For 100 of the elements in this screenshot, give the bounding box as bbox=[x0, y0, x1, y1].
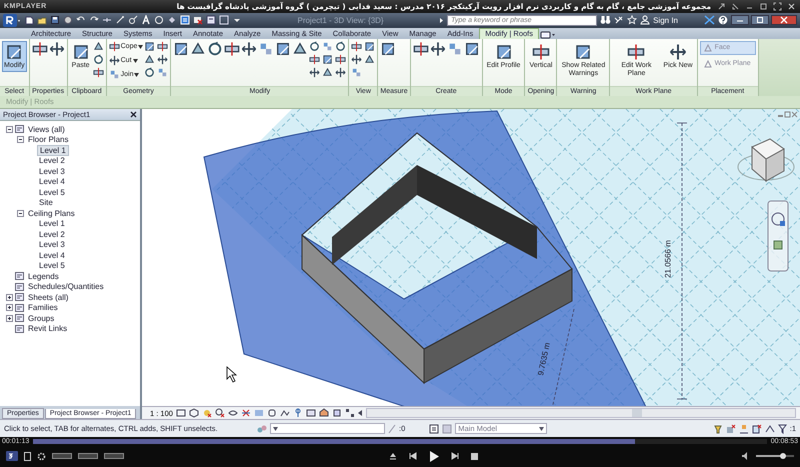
maximize-icon[interactable] bbox=[759, 2, 768, 11]
pin-icon[interactable] bbox=[717, 2, 726, 11]
tree-item[interactable]: Level 3 bbox=[37, 166, 67, 176]
tree-item[interactable]: Level 4 bbox=[37, 250, 67, 260]
fullscreen-icon[interactable] bbox=[773, 2, 782, 11]
toolbar-icon[interactable] bbox=[63, 15, 73, 26]
speaker-icon[interactable] bbox=[742, 452, 750, 460]
tree-item[interactable]: Ceiling Plans bbox=[26, 208, 77, 218]
tree-item[interactable]: Families bbox=[26, 303, 60, 312]
expand-toggle-icon[interactable] bbox=[6, 294, 13, 301]
maximize-icon[interactable] bbox=[751, 15, 769, 26]
document-icon[interactable] bbox=[24, 452, 31, 461]
tool-icon[interactable] bbox=[173, 40, 190, 57]
toolbar-icon[interactable] bbox=[37, 15, 47, 26]
selection-option-icon[interactable] bbox=[726, 424, 736, 434]
binoculars-icon[interactable] bbox=[600, 15, 612, 26]
tree-item[interactable]: Level 5 bbox=[37, 188, 67, 197]
tool-icon[interactable] bbox=[335, 54, 346, 65]
tree-item[interactable]: Views (all) bbox=[26, 124, 67, 134]
view-control-icon[interactable] bbox=[214, 408, 225, 418]
tool-icon[interactable] bbox=[92, 54, 104, 65]
tool-icon[interactable] bbox=[309, 66, 320, 78]
tree-item[interactable]: Sheets (all) bbox=[26, 292, 70, 302]
toolbar-icon[interactable] bbox=[24, 15, 34, 26]
help-icon[interactable] bbox=[718, 15, 728, 26]
view-control-icon[interactable] bbox=[228, 408, 238, 418]
tool-icon[interactable] bbox=[322, 54, 334, 65]
3d-mode-icon[interactable] bbox=[6, 451, 18, 462]
sign-in-link[interactable]: Sign In bbox=[653, 16, 678, 25]
tree-item[interactable]: Revit Links bbox=[26, 324, 70, 334]
horizontal-scrollbar[interactable] bbox=[366, 408, 796, 418]
toolbar-icon[interactable] bbox=[206, 15, 216, 26]
tool-icon[interactable] bbox=[144, 40, 156, 52]
volume-thumb[interactable] bbox=[780, 453, 786, 460]
view-control-icon[interactable] bbox=[266, 408, 277, 418]
tree-item[interactable]: Level 1 bbox=[37, 144, 69, 156]
user-icon[interactable] bbox=[640, 15, 650, 26]
tree-item[interactable]: Site bbox=[37, 198, 55, 208]
tool-icon[interactable] bbox=[241, 40, 258, 57]
toolbar-icon[interactable] bbox=[50, 15, 60, 26]
panel-toggle-icon[interactable] bbox=[540, 30, 556, 39]
close-icon[interactable] bbox=[771, 15, 797, 26]
minimize-icon[interactable] bbox=[731, 15, 749, 26]
tree-item[interactable]: Level 1 bbox=[37, 219, 67, 228]
tool-icon[interactable] bbox=[157, 54, 168, 65]
toolbar-icon[interactable] bbox=[193, 15, 203, 26]
eject-icon[interactable] bbox=[388, 452, 396, 460]
tool-icon[interactable] bbox=[224, 40, 240, 57]
tree-item[interactable]: Level 2 bbox=[37, 230, 67, 239]
tree-item[interactable]: Level 5 bbox=[37, 261, 67, 270]
view-control-icon[interactable] bbox=[344, 408, 355, 418]
tool-icon[interactable] bbox=[144, 66, 156, 78]
play-icon[interactable] bbox=[428, 450, 438, 462]
seek-bar[interactable] bbox=[33, 438, 767, 444]
volume-slider[interactable] bbox=[756, 455, 794, 458]
tool-icon[interactable] bbox=[157, 40, 168, 52]
tree-item[interactable]: Floor Plans bbox=[26, 135, 70, 144]
expand-toggle-icon[interactable] bbox=[6, 314, 13, 322]
toolbar-icon[interactable] bbox=[167, 15, 177, 26]
tool-icon[interactable] bbox=[309, 40, 320, 52]
tool-icon[interactable] bbox=[412, 40, 429, 57]
tree-item[interactable]: Groups bbox=[26, 314, 56, 323]
previous-icon[interactable] bbox=[408, 452, 416, 460]
audio-button[interactable] bbox=[104, 453, 124, 460]
tool-icon[interactable] bbox=[48, 40, 65, 57]
next-icon[interactable] bbox=[450, 452, 458, 460]
filter-icon[interactable] bbox=[778, 424, 787, 434]
view-control-icon[interactable] bbox=[202, 408, 212, 418]
tool-icon[interactable] bbox=[351, 54, 362, 65]
video-button[interactable] bbox=[78, 453, 98, 460]
expand-toggle-icon[interactable] bbox=[17, 210, 24, 217]
tool-icon[interactable] bbox=[144, 54, 156, 65]
selection-option-icon[interactable] bbox=[738, 424, 749, 434]
tool-icon[interactable] bbox=[364, 40, 376, 52]
tool-icon[interactable] bbox=[335, 66, 346, 78]
view-control-icon[interactable] bbox=[292, 408, 303, 418]
tool-icon[interactable] bbox=[207, 40, 224, 57]
tree-item[interactable]: Schedules/Quantities bbox=[26, 282, 106, 292]
view-control-icon[interactable] bbox=[188, 408, 199, 418]
view-control-icon[interactable] bbox=[240, 408, 251, 418]
tool-icon[interactable] bbox=[92, 66, 104, 78]
tool-icon[interactable] bbox=[309, 54, 320, 65]
settings-icon[interactable] bbox=[37, 452, 46, 461]
tool-icon[interactable] bbox=[335, 40, 346, 52]
view-control-icon[interactable] bbox=[176, 408, 186, 418]
selection-option-icon[interactable] bbox=[752, 424, 762, 434]
tool-icon[interactable] bbox=[32, 40, 48, 57]
editable-only-icon[interactable] bbox=[429, 424, 440, 434]
tool-icon[interactable] bbox=[275, 40, 292, 57]
equalizer-button[interactable] bbox=[52, 453, 72, 460]
tool-icon[interactable] bbox=[430, 40, 446, 57]
scroll-left-icon[interactable] bbox=[358, 410, 363, 416]
star-icon[interactable] bbox=[627, 15, 638, 26]
tool-icon[interactable] bbox=[464, 40, 480, 57]
tree-item[interactable]: Legends bbox=[26, 272, 61, 281]
view-control-icon[interactable] bbox=[306, 408, 316, 418]
tree-item[interactable]: Level 2 bbox=[37, 156, 67, 166]
selection-option-icon[interactable] bbox=[712, 424, 723, 434]
expand-toggle-icon[interactable] bbox=[6, 126, 13, 133]
view-controls-icon[interactable] bbox=[778, 111, 798, 118]
